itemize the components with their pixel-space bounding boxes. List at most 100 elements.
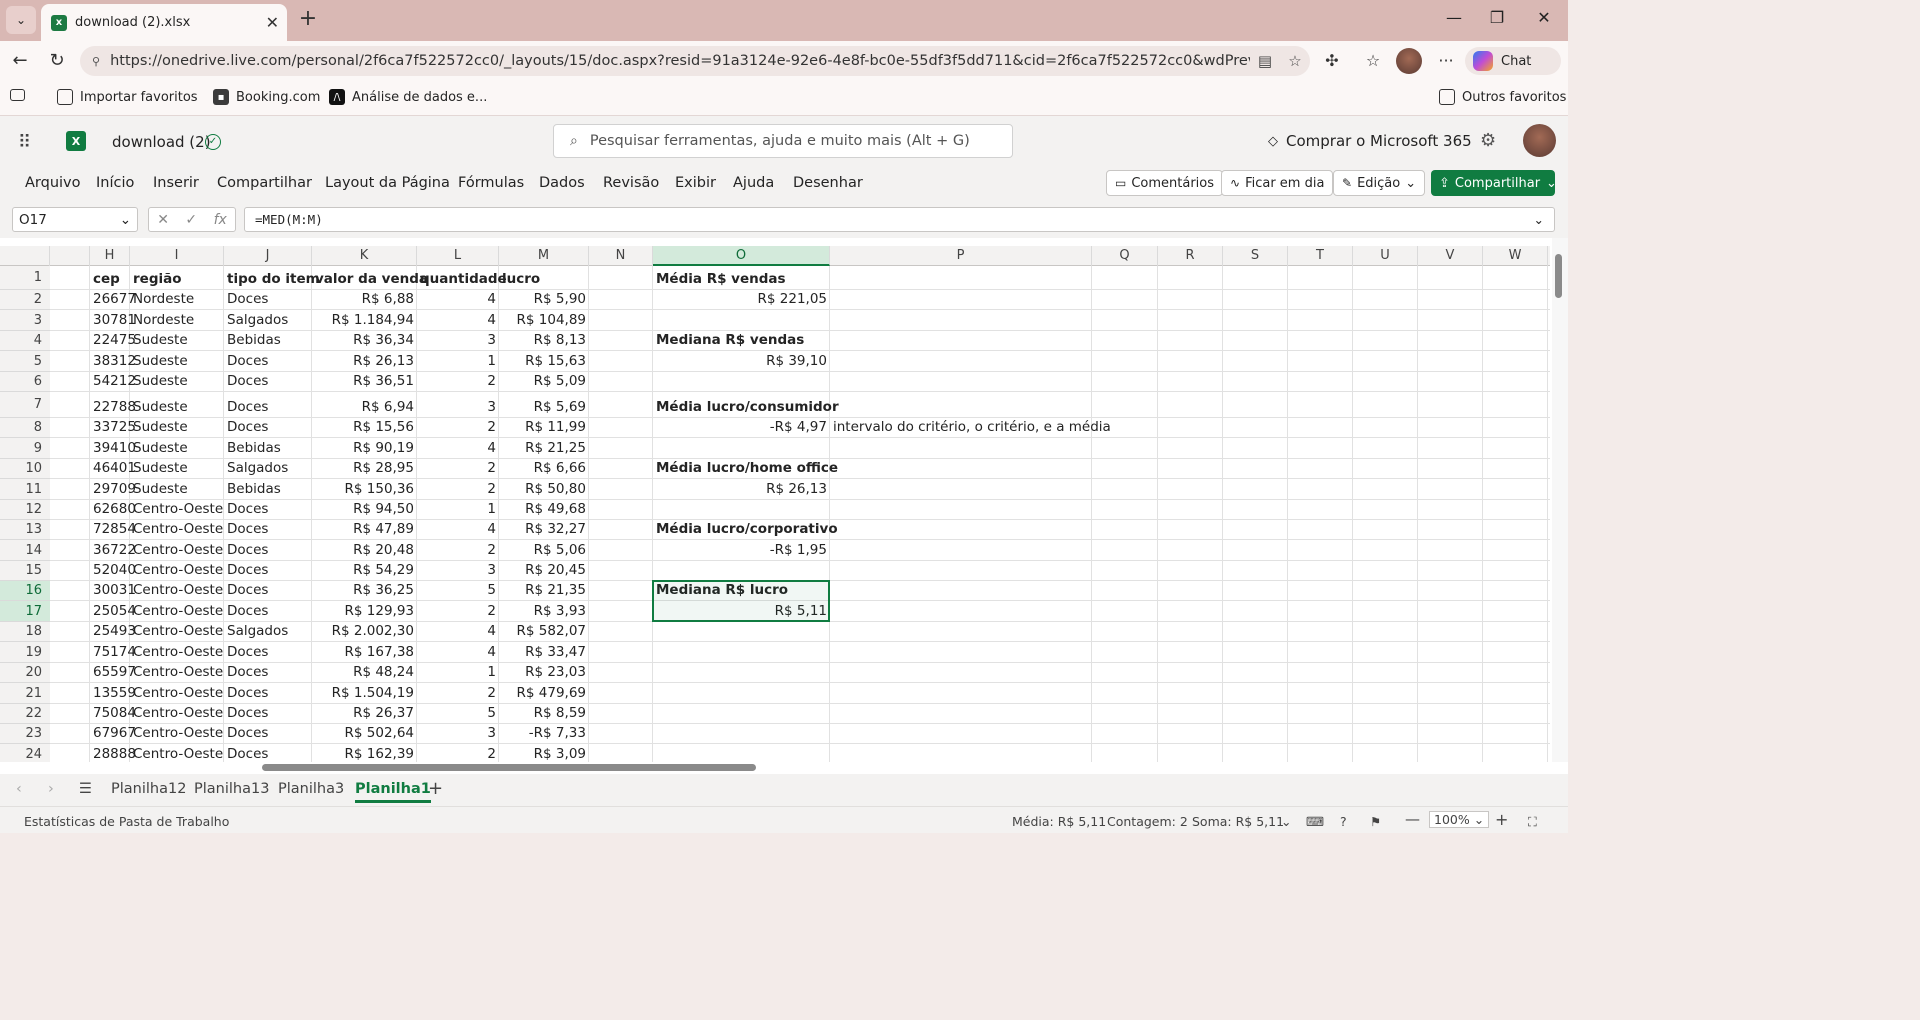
- cell-l9[interactable]: 4: [417, 438, 499, 458]
- cell-i4[interactable]: Sudeste: [130, 330, 224, 350]
- other-favorites[interactable]: Outros favoritos: [1439, 89, 1566, 105]
- cell-i8[interactable]: Sudeste: [130, 417, 224, 437]
- row-header-20[interactable]: 20: [0, 663, 50, 683]
- reader-view-icon[interactable]: ▤: [1250, 52, 1280, 70]
- row-header-3[interactable]: 3: [0, 310, 50, 331]
- cell-h2[interactable]: 26677: [90, 289, 136, 309]
- cell-j23[interactable]: Doces: [224, 723, 312, 743]
- cell-k22[interactable]: R$ 26,37: [312, 703, 417, 723]
- cell-j19[interactable]: Doces: [224, 642, 312, 662]
- menu-desenhar[interactable]: Desenhar: [793, 175, 863, 191]
- cell-l5[interactable]: 1: [417, 351, 499, 371]
- cell-h8[interactable]: 33725: [90, 417, 136, 437]
- cell-o14[interactable]: -R$ 1,95: [653, 540, 830, 560]
- cell-h15[interactable]: 52040: [90, 560, 136, 580]
- column-header-j[interactable]: J: [224, 246, 312, 266]
- header-cell-m[interactable]: lucro: [499, 269, 589, 289]
- cell-i19[interactable]: Centro-Oeste: [130, 642, 224, 662]
- cell-h7[interactable]: 22788: [90, 397, 136, 417]
- cell-h18[interactable]: 25493: [90, 621, 136, 641]
- cell-m24[interactable]: R$ 3,09: [499, 744, 589, 764]
- select-all-corner[interactable]: [0, 246, 50, 266]
- cell-l13[interactable]: 4: [417, 519, 499, 539]
- cell-i14[interactable]: Centro-Oeste: [130, 540, 224, 560]
- favorite-star-icon[interactable]: ☆: [1280, 52, 1310, 70]
- cell-j8[interactable]: Doces: [224, 417, 312, 437]
- cell-m13[interactable]: R$ 32,27: [499, 519, 589, 539]
- menu-inserir[interactable]: Inserir: [153, 175, 199, 191]
- row-header-7[interactable]: 7: [0, 392, 50, 418]
- cell-j12[interactable]: Doces: [224, 499, 312, 519]
- cell-i9[interactable]: Sudeste: [130, 438, 224, 458]
- buy-m365-link[interactable]: ◇ Comprar o Microsoft 365: [1268, 132, 1472, 150]
- menu-exibir[interactable]: Exibir: [675, 175, 716, 191]
- row-header-1[interactable]: 1: [0, 266, 50, 290]
- cell-i5[interactable]: Sudeste: [130, 351, 224, 371]
- row-header-12[interactable]: 12: [0, 500, 50, 520]
- menu-ajuda[interactable]: Ajuda: [733, 175, 774, 191]
- cell-o1[interactable]: Média R$ vendas: [653, 269, 830, 289]
- cell-k10[interactable]: R$ 28,95: [312, 458, 417, 478]
- cell-j24[interactable]: Doces: [224, 744, 312, 764]
- extensions-icon[interactable]: ✣: [1320, 51, 1344, 73]
- cell-k11[interactable]: R$ 150,36: [312, 479, 417, 499]
- cell-k3[interactable]: R$ 1.184,94: [312, 310, 417, 330]
- cell-k17[interactable]: R$ 129,93: [312, 601, 417, 621]
- cell-o10[interactable]: Média lucro/home office: [653, 458, 838, 478]
- vertical-scroll-thumb[interactable]: [1555, 254, 1562, 298]
- favorites-list-icon[interactable]: ☆: [1361, 51, 1385, 73]
- header-cell-k[interactable]: valor da venda: [312, 269, 428, 289]
- cell-m22[interactable]: R$ 8,59: [499, 703, 589, 723]
- cell-j6[interactable]: Doces: [224, 371, 312, 391]
- cell-l24[interactable]: 2: [417, 744, 499, 764]
- cell-h24[interactable]: 28888: [90, 744, 136, 764]
- cell-o2[interactable]: R$ 221,05: [653, 289, 830, 309]
- cell-m20[interactable]: R$ 23,03: [499, 662, 589, 682]
- comments-button[interactable]: ▭ Comentários: [1106, 170, 1224, 196]
- horizontal-scrollbar[interactable]: [0, 762, 1568, 774]
- spreadsheet-grid[interactable]: HIJKLMNOPQRSTUVW 1 cep região tipo do item v…: [0, 238, 1568, 765]
- zoom-out-icon[interactable]: —: [1405, 810, 1420, 828]
- fullscreen-icon[interactable]: ⛶: [1528, 814, 1537, 830]
- cell-j13[interactable]: Doces: [224, 519, 312, 539]
- column-header-s[interactable]: S: [1223, 246, 1288, 266]
- cell-l22[interactable]: 5: [417, 703, 499, 723]
- insert-function-icon[interactable]: fx: [214, 212, 227, 228]
- editing-mode-button[interactable]: ✎ Edição ⌄: [1333, 170, 1426, 196]
- cell-l11[interactable]: 2: [417, 479, 499, 499]
- zoom-in-icon[interactable]: +: [1495, 810, 1508, 829]
- cell-l7[interactable]: 3: [417, 397, 499, 417]
- column-header-u[interactable]: U: [1353, 246, 1418, 266]
- cell-l16[interactable]: 5: [417, 580, 499, 600]
- cell-l15[interactable]: 3: [417, 560, 499, 580]
- row-header-6[interactable]: 6: [0, 372, 50, 392]
- menu-revisao[interactable]: Revisão: [603, 175, 659, 191]
- cell-h16[interactable]: 30031: [90, 580, 136, 600]
- cell-k21[interactable]: R$ 1.504,19: [312, 683, 417, 703]
- column-header-l[interactable]: L: [417, 246, 499, 266]
- cell-l4[interactable]: 3: [417, 330, 499, 350]
- cell-h12[interactable]: 62680: [90, 499, 136, 519]
- cell-m19[interactable]: R$ 33,47: [499, 642, 589, 662]
- cell-j20[interactable]: Doces: [224, 662, 312, 682]
- name-box-chevron-icon[interactable]: ⌄: [120, 212, 131, 228]
- column-header-k[interactable]: K: [312, 246, 417, 266]
- row-header-14[interactable]: 14: [0, 540, 50, 561]
- horizontal-scroll-thumb[interactable]: [262, 764, 756, 771]
- cell-j16[interactable]: Doces: [224, 580, 312, 600]
- menu-inicio[interactable]: Início: [96, 175, 134, 191]
- cell-k8[interactable]: R$ 15,56: [312, 417, 417, 437]
- row-header-8[interactable]: 8: [0, 418, 50, 438]
- cell-k6[interactable]: R$ 36,51: [312, 371, 417, 391]
- cell-h14[interactable]: 36722: [90, 540, 136, 560]
- cell-l14[interactable]: 2: [417, 540, 499, 560]
- cell-j17[interactable]: Doces: [224, 601, 312, 621]
- copilot-chat-button[interactable]: Chat: [1465, 47, 1561, 75]
- cell-l20[interactable]: 1: [417, 662, 499, 682]
- row-header-21[interactable]: 21: [0, 683, 50, 704]
- cell-j7[interactable]: Doces: [224, 397, 312, 417]
- cell-l2[interactable]: 4: [417, 289, 499, 309]
- address-bar[interactable]: ⚲ https://onedrive.live.com/personal/2f6…: [80, 46, 1310, 76]
- column-header-n[interactable]: N: [589, 246, 653, 266]
- cell-m23[interactable]: -R$ 7,33: [499, 723, 589, 743]
